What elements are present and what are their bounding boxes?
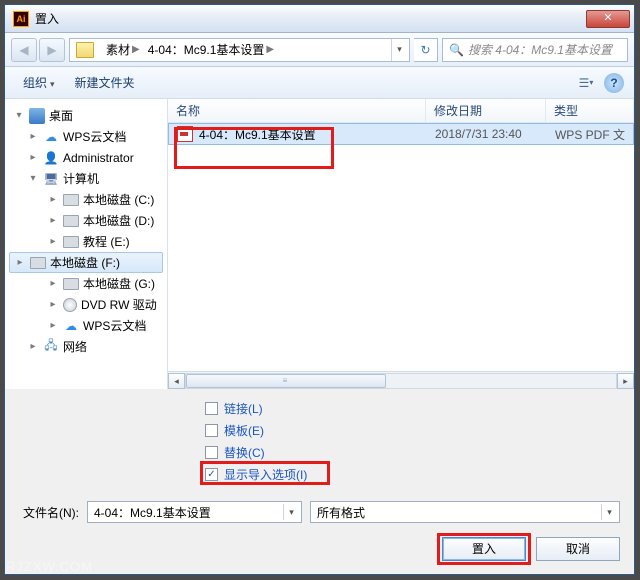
toolbar: 组织▾ 新建文件夹 ☰▾ ? [5, 67, 634, 99]
dialog-window: Ai 置入 ✕ ◀ ▶ 素材▶ 4-04：Mc9.1基本设置▶ ▾ ↻ 🔍 搜索… [4, 4, 635, 575]
checkbox-show-import[interactable]: ✓显示导入选项(I) [205, 463, 634, 485]
chevron-right-icon: ▶ [266, 44, 274, 55]
nav-forward-button[interactable]: ▶ [39, 38, 65, 62]
nav-bar: ◀ ▶ 素材▶ 4-04：Mc9.1基本设置▶ ▾ ↻ 🔍 搜索 4-04：Mc… [5, 33, 634, 67]
file-list: 名称 修改日期 类型 4-04：Mc9.1基本设置 2018/7/31 23:4… [168, 99, 634, 389]
options-panel: 链接(L) 模板(E) 替换(C) ✓显示导入选项(I) [5, 389, 634, 493]
checkbox-template[interactable]: 模板(E) [205, 419, 634, 441]
chevron-right-icon: ▶ [132, 44, 140, 55]
folder-icon [76, 42, 94, 58]
file-name: 4-04：Mc9.1基本设置 [199, 126, 316, 143]
tree-computer[interactable]: ▾🖥计算机 [5, 168, 167, 189]
search-input[interactable]: 🔍 搜索 4-04：Mc9.1基本设置 [442, 38, 628, 62]
refresh-button[interactable]: ↻ [414, 38, 438, 62]
nav-back-button[interactable]: ◀ [11, 38, 37, 62]
view-mode-button[interactable]: ☰▾ [572, 72, 600, 94]
scroll-left-button[interactable]: ◂ [168, 373, 185, 389]
checkbox-replace[interactable]: 替换(C) [205, 441, 634, 463]
filter-combo[interactable]: 所有格式▾ [310, 501, 620, 523]
tree-desktop[interactable]: ▾桌面 [5, 105, 167, 126]
filename-row: 文件名(N): 4-04：Mc9.1基本设置▾ 所有格式▾ [5, 493, 634, 531]
filename-combo[interactable]: 4-04：Mc9.1基本设置▾ [87, 501, 302, 523]
chevron-down-icon: ▾ [601, 504, 617, 520]
tree-drive-c[interactable]: ▸本地磁盘 (C:) [5, 189, 167, 210]
scroll-right-button[interactable]: ▸ [617, 373, 634, 389]
organize-menu[interactable]: 组织▾ [15, 71, 63, 94]
path-segment[interactable]: 素材 [106, 41, 130, 58]
checkbox-link[interactable]: 链接(L) [205, 397, 634, 419]
filename-label: 文件名(N): [19, 504, 79, 521]
watermark: RJZXW.COM [6, 559, 93, 574]
search-icon: 🔍 [449, 43, 464, 57]
titlebar: Ai 置入 ✕ [5, 5, 634, 33]
tree-admin[interactable]: ▸👤Administrator [5, 147, 167, 168]
check-icon: ✓ [205, 468, 218, 481]
search-placeholder: 搜索 4-04：Mc9.1基本设置 [468, 41, 612, 58]
tree-wpscloud2[interactable]: ▸☁WPS云文档 [5, 315, 167, 336]
help-button[interactable]: ? [604, 73, 624, 93]
file-date: 2018/7/31 23:40 [427, 127, 547, 141]
file-type: WPS PDF 文 [547, 126, 633, 143]
tree-drive-d[interactable]: ▸本地磁盘 (D:) [5, 210, 167, 231]
tree-dvd[interactable]: ▸DVD RW 驱动 [5, 294, 167, 315]
pdf-icon [177, 126, 193, 142]
window-title: 置入 [35, 10, 586, 27]
tree-wpscloud[interactable]: ▸☁WPS云文档 [5, 126, 167, 147]
tree-drive-e[interactable]: ▸教程 (E:) [5, 231, 167, 252]
hscrollbar[interactable]: ◂ ≡ ▸ [168, 371, 634, 389]
breadcrumb[interactable]: 素材▶ 4-04：Mc9.1基本设置▶ ▾ [69, 38, 410, 62]
file-row[interactable]: 4-04：Mc9.1基本设置 2018/7/31 23:40 WPS PDF 文 [168, 123, 634, 145]
new-folder-button[interactable]: 新建文件夹 [67, 71, 143, 94]
path-dropdown[interactable]: ▾ [391, 39, 407, 61]
path-segment[interactable]: 4-04：Mc9.1基本设置 [148, 41, 265, 58]
body: ▾桌面 ▸☁WPS云文档 ▸👤Administrator ▾🖥计算机 ▸本地磁盘… [5, 99, 634, 389]
close-button[interactable]: ✕ [586, 10, 630, 28]
cancel-button[interactable]: 取消 [536, 537, 620, 561]
folder-tree: ▾桌面 ▸☁WPS云文档 ▸👤Administrator ▾🖥计算机 ▸本地磁盘… [5, 99, 168, 389]
col-name[interactable]: 名称 [168, 99, 426, 122]
scroll-thumb[interactable]: ≡ [186, 374, 386, 388]
place-button[interactable]: 置入 [442, 537, 526, 561]
col-type[interactable]: 类型 [546, 99, 634, 122]
tree-drive-g[interactable]: ▸本地磁盘 (G:) [5, 273, 167, 294]
tree-network[interactable]: ▸🖧网络 [5, 336, 167, 357]
app-icon: Ai [13, 11, 29, 27]
list-header: 名称 修改日期 类型 [168, 99, 634, 123]
chevron-down-icon: ▾ [283, 504, 299, 520]
button-row: 置入 取消 [5, 531, 634, 573]
tree-drive-f[interactable]: ▸本地磁盘 (F:) [9, 252, 163, 273]
col-date[interactable]: 修改日期 [426, 99, 546, 122]
